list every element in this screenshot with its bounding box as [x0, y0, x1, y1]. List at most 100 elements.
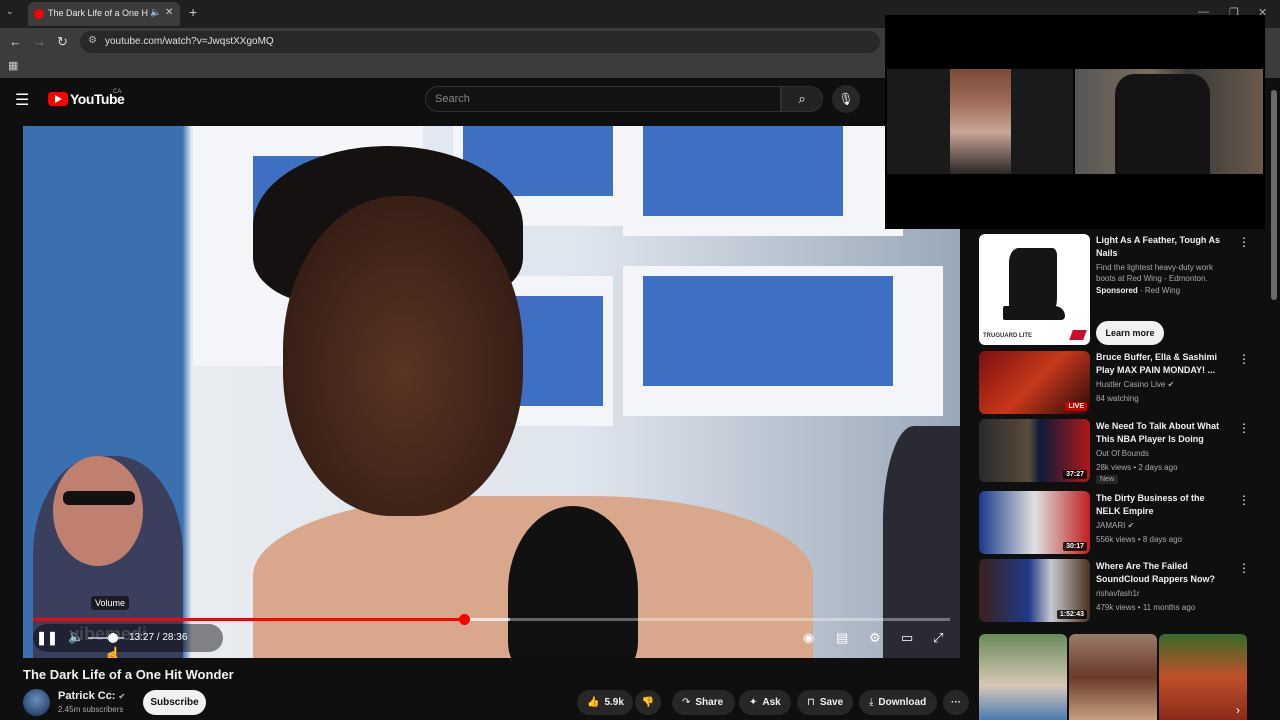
pip-video-right	[1075, 69, 1263, 174]
video-title: The Dark Life of a One Hit Wonder	[23, 667, 234, 682]
video-thumbnail[interactable]: LIVE	[979, 351, 1090, 414]
video-channel[interactable]: JAMARI ✔	[1096, 521, 1134, 530]
like-count: 5.9k	[604, 697, 624, 708]
site-info-icon[interactable]: ⚙	[88, 35, 97, 46]
tab-audio-icon[interactable]: 🔈	[150, 7, 161, 18]
volume-icon[interactable]: 🔈	[68, 629, 84, 645]
url-text: youtube.com/watch?v=JwqstXXgoMQ	[105, 36, 274, 47]
ad-menu-icon[interactable]: ⋮	[1238, 235, 1250, 249]
progress-scrubber[interactable]	[458, 614, 470, 625]
new-badge: New	[1096, 475, 1119, 484]
video-player[interactable]: vibemedi Volume ❚❚ 🔈 13:27 / 28:36 ☝ ◉ ▤…	[23, 126, 960, 658]
video-menu-icon[interactable]: ⋮	[1238, 493, 1250, 507]
video-meta: 28k views • 2 days ago	[1096, 463, 1178, 472]
short-thumbnail[interactable]	[979, 634, 1067, 720]
subject-head	[283, 196, 523, 516]
volume-knob[interactable]	[108, 633, 119, 643]
video-title-link[interactable]: Bruce Buffer, Ella & Sashimi Play MAX PA…	[1096, 351, 1228, 377]
tab-close-icon[interactable]: ✕	[165, 7, 173, 18]
duration-badge: 30:17	[1063, 542, 1087, 551]
ad-title[interactable]: Light As A Feather, Tough As Nails	[1096, 234, 1228, 260]
picture-in-picture-window[interactable]	[885, 15, 1265, 229]
short-thumbnail[interactable]	[1159, 634, 1247, 720]
search-placeholder: Search	[435, 93, 470, 105]
more-icon: ···	[951, 697, 961, 708]
video-meta: 556k views • 8 days ago	[1096, 535, 1182, 544]
like-button[interactable]: 👍 5.9k	[577, 690, 633, 715]
autoplay-toggle[interactable]: ◉	[803, 630, 814, 646]
youtube-favicon-icon	[34, 9, 44, 19]
share-button[interactable]: ↷ Share	[672, 690, 735, 715]
brand-logo-icon	[1069, 330, 1087, 340]
backdrop-logo	[643, 126, 843, 216]
advertiser-name: Red Wing	[1144, 286, 1181, 295]
menu-icon[interactable]: ☰	[15, 90, 29, 110]
ad-thumbnail[interactable]: TRUGUARD LITE	[979, 234, 1090, 345]
channel-name[interactable]: Patrick Cc: ✔	[58, 690, 125, 702]
video-channel[interactable]: Out Of Bounds	[1096, 449, 1149, 458]
country-code: CA	[113, 89, 122, 95]
video-channel[interactable]: Hustler Casino Live ✔	[1096, 380, 1174, 389]
theater-mode-icon[interactable]: ▭	[901, 630, 913, 646]
video-thumbnail[interactable]: 37:27	[979, 419, 1090, 482]
search-button[interactable]: ⌕	[781, 86, 823, 112]
download-label: Download	[878, 697, 927, 708]
forward-icon[interactable]: →	[33, 34, 46, 49]
video-menu-icon[interactable]: ⋮	[1238, 561, 1250, 575]
search-input[interactable]: Search	[425, 86, 781, 112]
live-badge: LIVE	[1065, 402, 1087, 411]
url-field[interactable]: ⚙ youtube.com/watch?v=JwqstXXgoMQ	[80, 31, 880, 53]
pause-button[interactable]: ❚❚	[36, 627, 58, 649]
video-thumbnail[interactable]: 30:17	[979, 491, 1090, 554]
microphone-icon: 🎙	[838, 92, 854, 106]
new-tab-button[interactable]: +	[189, 4, 197, 20]
dislike-button[interactable]: 👎	[635, 690, 661, 715]
settings-icon[interactable]: ⚙	[869, 630, 881, 646]
video-channel[interactable]: rishavfash1r	[1096, 589, 1140, 598]
background-person-head	[53, 456, 143, 566]
apps-grid-icon[interactable]: ▦	[8, 59, 18, 72]
short-thumbnail[interactable]	[1069, 634, 1157, 720]
boot-sole	[1003, 306, 1065, 320]
video-meta: 84 watching	[1096, 394, 1139, 403]
more-actions-button[interactable]: ···	[943, 690, 969, 715]
video-menu-icon[interactable]: ⋮	[1238, 352, 1250, 366]
subtitles-icon[interactable]: ▤	[836, 630, 848, 646]
ask-label: Ask	[762, 697, 781, 708]
video-menu-icon[interactable]: ⋮	[1238, 421, 1250, 435]
subscriber-count: 2.45m subscribers	[58, 705, 124, 714]
learn-more-button[interactable]: Learn more	[1096, 321, 1164, 345]
tab-title: The Dark Life of a One Hit W	[48, 8, 148, 18]
video-title-link[interactable]: We Need To Talk About What This NBA Play…	[1096, 420, 1228, 446]
browser-tab[interactable]: The Dark Life of a One Hit W 🔈 ✕	[28, 2, 180, 26]
save-button[interactable]: ⊓ Save	[797, 690, 853, 715]
voice-search-button[interactable]: 🎙	[832, 85, 860, 113]
save-label: Save	[819, 697, 844, 708]
channel-avatar[interactable]	[23, 689, 50, 716]
ask-button[interactable]: ✦ Ask	[739, 690, 791, 715]
volume-slider[interactable]	[88, 637, 124, 639]
page-scrollbar[interactable]	[1271, 90, 1277, 300]
video-title-link[interactable]: The Dirty Business of the NELK Empire	[1096, 492, 1228, 518]
video-thumbnail[interactable]: 1:52:43	[979, 559, 1090, 622]
download-icon: ⤓	[869, 697, 874, 708]
youtube-logo-icon[interactable]	[48, 92, 68, 106]
shorts-next-icon[interactable]: ›	[1236, 703, 1240, 717]
mouse-cursor-icon: ☝	[104, 646, 122, 658]
pip-video-left	[887, 69, 1073, 174]
fullscreen-icon[interactable]: ⤢	[933, 630, 943, 646]
back-icon[interactable]: ←	[9, 34, 22, 49]
reload-icon[interactable]: ↻	[57, 34, 68, 50]
sunglasses	[63, 491, 135, 505]
sponsored-label: Sponsored	[1096, 286, 1138, 295]
progress-bar[interactable]	[33, 614, 950, 625]
channel-name-text[interactable]: Patrick Cc:	[58, 690, 115, 702]
tab-list-icon[interactable]: ⌄	[6, 6, 14, 17]
ad-thumb-label: TRUGUARD LITE	[983, 333, 1032, 339]
progress-played	[33, 618, 464, 621]
duration-badge: 1:52:43	[1056, 610, 1087, 619]
background-person	[883, 426, 960, 658]
video-title-link[interactable]: Where Are The Failed SoundCloud Rappers …	[1096, 560, 1228, 586]
subscribe-button[interactable]: Subscribe	[143, 690, 206, 715]
download-button[interactable]: ⤓ Download	[859, 690, 937, 715]
